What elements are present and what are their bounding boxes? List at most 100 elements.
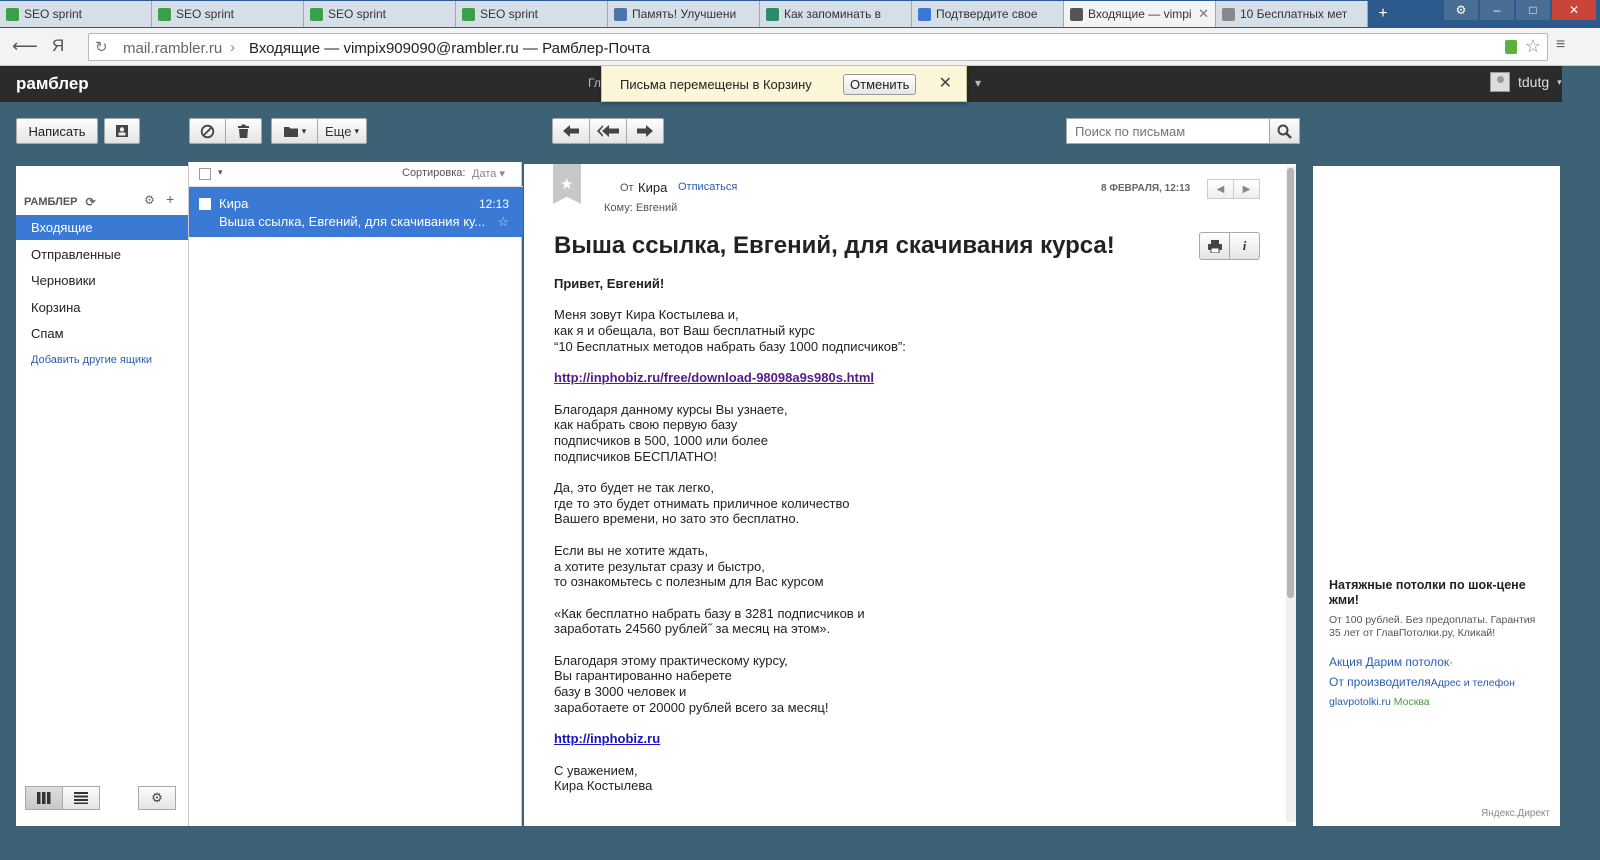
select-all-checkbox[interactable] <box>199 168 211 180</box>
reload-icon[interactable]: ↻ <box>95 38 108 56</box>
ad-domain[interactable]: glavpotolki.ru Москва <box>1329 696 1430 708</box>
tab-title: Входящие — vimpi <box>1088 7 1192 21</box>
browser-tab[interactable]: SEO sprint <box>152 1 304 27</box>
info-button[interactable]: i <box>1229 232 1260 260</box>
account-header: РАМБЛЕР ⟳ <box>24 195 96 209</box>
reply-button[interactable] <box>552 118 590 144</box>
reply-all-button[interactable] <box>589 118 627 144</box>
sender-name[interactable]: Кира <box>638 180 667 195</box>
body-line: Благодаря этому практическому курсу, <box>554 652 788 668</box>
settings-icon[interactable]: ⚙ <box>1444 0 1478 20</box>
message-reader: ★ От Кира Отписаться Кому: Евгений 8 ФЕВ… <box>524 164 1296 826</box>
ad-link-address[interactable]: Адрес и телефон <box>1431 677 1515 689</box>
seo-sprint-icon <box>158 7 171 21</box>
minimize-button[interactable]: – <box>1480 0 1514 20</box>
list-header: ▾ Сортировка: Дата ▾ <box>189 162 523 187</box>
message-time: 12:13 <box>478 197 509 211</box>
scroll-thumb[interactable] <box>1287 168 1294 598</box>
compose-button[interactable]: Написать <box>16 118 98 144</box>
ad-footer[interactable]: Яндекс.Директ <box>1481 808 1550 819</box>
new-tab-button[interactable]: + <box>1368 1 1398 27</box>
sort-value: Дата <box>472 168 497 180</box>
message-list: ▾ Сортировка: Дата ▾ Кира 12:13 Выша ссы… <box>188 162 523 826</box>
move-to-folder-button[interactable]: ▾ <box>271 118 318 144</box>
move-more-group: ▾ Еще ▾ <box>271 118 367 144</box>
sort-dropdown[interactable]: Дата ▾ <box>472 167 505 180</box>
close-window-button[interactable]: ✕ <box>1552 0 1596 20</box>
url-page-title: Входящие — vimpix909090@rambler.ru — Рам… <box>249 40 651 57</box>
browser-tab[interactable]: SEO sprint <box>456 1 608 27</box>
star-icon[interactable]: ☆ <box>497 214 509 230</box>
seo-sprint-icon <box>310 7 323 21</box>
url-separator: › <box>230 39 235 56</box>
body-line: базу в 3000 человек и <box>554 684 687 700</box>
more-button[interactable]: Еще ▾ <box>317 118 367 144</box>
add-mailbox-link[interactable]: Добавить другие ящики <box>31 354 152 366</box>
spam-button[interactable] <box>189 118 226 144</box>
close-icon[interactable]: ✕ <box>939 73 952 93</box>
sidebar-folder[interactable]: Черновики <box>16 268 188 293</box>
browser-tab[interactable]: Входящие — vimpi ✕ <box>1064 1 1216 27</box>
gear-icon: ⚙ <box>151 790 163 805</box>
lock-icon[interactable] <box>1505 40 1517 54</box>
browser-tab[interactable]: SEO sprint <box>304 1 456 27</box>
refresh-icon[interactable]: ⟳ <box>86 195 96 209</box>
next-message-button[interactable]: ▶ <box>1233 179 1260 199</box>
body-paragraph: Меня зовут Кира Костылева и, как я и обещ… <box>554 307 1254 354</box>
print-button[interactable] <box>1199 232 1230 260</box>
undo-button[interactable]: Отменить <box>843 74 917 95</box>
signature-line: Кира Костылева <box>554 778 653 794</box>
body-paragraph: Благодаря этому практическому курсу, Вы г… <box>554 653 1254 716</box>
header-nav-partial[interactable]: Гл <box>588 76 601 90</box>
browser-tab[interactable]: Как запоминать в <box>760 1 912 27</box>
add-icon[interactable]: + <box>166 191 174 207</box>
star-icon[interactable]: ★ <box>560 175 573 193</box>
columns-view-button[interactable] <box>25 786 63 810</box>
chevron-down-icon[interactable]: ▾ <box>218 167 223 178</box>
bookmark-star-icon[interactable]: ☆ <box>1525 36 1541 57</box>
user-menu[interactable]: tdutg ▾ <box>1490 72 1562 92</box>
list-item[interactable]: Кира 12:13 Выша ссылка, Евгений, для ска… <box>189 187 523 237</box>
sidebar-folder[interactable]: Входящие <box>16 215 188 240</box>
body-line: Если вы не хотите ждать, <box>554 542 709 558</box>
chrome-icon <box>918 7 931 21</box>
url-field[interactable]: ↻ mail.rambler.ru › Входящие — vimpix909… <box>88 33 1548 61</box>
ad-title[interactable]: Натяжные потолки по шок-цене жми! <box>1329 578 1549 608</box>
message-tools: i <box>1199 232 1260 260</box>
sidebar-folder[interactable]: Отправленные <box>16 242 188 267</box>
browser-tab[interactable]: Память! Улучшени <box>608 1 760 27</box>
body-paragraph: Если вы не хотите ждать, а хотите результ… <box>554 543 1254 590</box>
settings-button[interactable]: ⚙ <box>138 786 176 810</box>
gear-icon[interactable]: ⚙ <box>144 193 155 207</box>
previous-message-button[interactable]: ◀ <box>1207 179 1234 199</box>
rambler-logo[interactable]: рамблер <box>16 74 89 94</box>
search-button[interactable] <box>1270 118 1300 144</box>
site-link[interactable]: http://inphobiz.ru <box>554 731 660 746</box>
mail-icon <box>1070 7 1083 21</box>
seo-sprint-icon <box>462 7 475 21</box>
browser-tab[interactable]: SEO sprint <box>0 1 152 27</box>
browser-tab[interactable]: 10 Бесплатных мет <box>1216 1 1368 27</box>
download-link[interactable]: http://inphobiz.ru/free/download-98098a9… <box>554 370 874 385</box>
browser-menu-icon[interactable]: ≡ <box>1556 36 1565 54</box>
yandex-button[interactable]: Я <box>52 36 64 56</box>
browser-tab[interactable]: Подтвердите свое <box>912 1 1064 27</box>
contacts-button[interactable] <box>104 118 140 144</box>
header-nav-caret-icon[interactable]: ▾ <box>975 76 981 90</box>
sidebar-folder[interactable]: Корзина <box>16 295 188 320</box>
maximize-button[interactable]: □ <box>1516 0 1550 20</box>
back-arrow-icon[interactable]: ⟵ <box>12 36 38 58</box>
ad-link-promo[interactable]: Акция Дарим потолок· <box>1329 655 1453 669</box>
delete-button[interactable] <box>225 118 262 144</box>
ad-link-manufacturer-label: От производителя <box>1329 675 1431 689</box>
search-input[interactable] <box>1066 118 1271 144</box>
forward-button[interactable] <box>626 118 664 144</box>
ad-link-manufacturer[interactable]: От производителяАдрес и телефон <box>1329 675 1515 689</box>
list-view-button[interactable] <box>62 786 100 810</box>
close-tab-icon[interactable]: ✕ <box>1198 6 1209 22</box>
body-line: Да, это будет не так легко, <box>554 480 715 496</box>
page-icon <box>1222 7 1235 21</box>
message-checkbox[interactable] <box>199 198 211 210</box>
sidebar-folder[interactable]: Спам <box>16 321 188 346</box>
unsubscribe-link[interactable]: Отписаться <box>678 181 737 193</box>
